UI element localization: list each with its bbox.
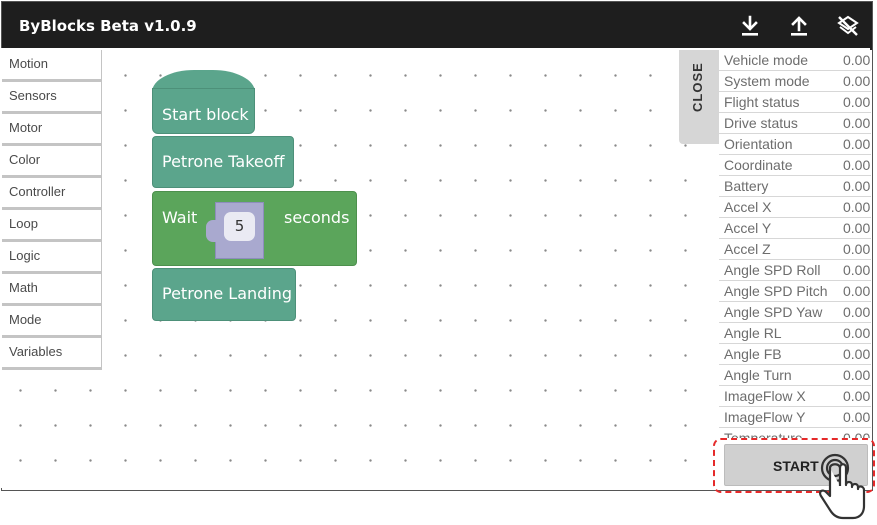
data-row: Orientation 0.00 [719,134,871,155]
sidebar-item-color[interactable]: Color [2,146,102,178]
data-row: Accel X 0.00 [719,197,871,218]
title-bar: ByBlocks Beta v1.0.9 [2,2,872,50]
data-row: Battery 0.00 [719,176,871,197]
landing-block-label: Petrone Landing [162,284,293,303]
app-title: ByBlocks Beta v1.0.9 [19,17,197,35]
sidebar-item-motor[interactable]: Motor [2,114,102,146]
data-row: Drive status 0.00 [719,113,871,134]
close-label: CLOSE [690,62,705,112]
sidebar-item-mode[interactable]: Mode [2,306,102,338]
sidebar-item-sensors[interactable]: Sensors [2,82,102,114]
sidebar-item-loop[interactable]: Loop [2,210,102,242]
sidebar-item-motion[interactable]: Motion [2,50,102,82]
start-block-label: Start block [162,105,249,124]
data-row: Flight status 0.00 [719,92,871,113]
data-row: Angle FB 0.00 [719,344,871,365]
data-row: Angle SPD Pitch 0.00 [719,281,871,302]
data-row: Vehicle mode 0.00 [719,50,871,71]
sidebar-item-math[interactable]: Math [2,274,102,306]
tap-hand-icon [818,453,866,520]
data-row: Angle SPD Roll 0.00 [719,260,871,281]
data-row: ImageFlow Y 0.00 [719,407,871,428]
data-row: ImageFlow X 0.00 [719,386,871,407]
petrone-landing-block[interactable]: Petrone Landing [152,268,296,321]
data-row: System mode 0.00 [719,71,871,92]
wait-number-input[interactable]: 5 [224,212,255,241]
panel-close-tab[interactable]: CLOSE [679,50,719,144]
wait-number-slot[interactable]: 5 [206,202,264,259]
takeoff-block-label: Petrone Takeoff [162,152,285,171]
sensor-data-panel: Vehicle mode 0.00 System mode 0.00 Flight … [719,50,871,440]
wait-block-label: Wait [162,208,198,227]
petrone-takeoff-block[interactable]: Petrone Takeoff [152,136,294,188]
data-row: Angle RL 0.00 [719,323,871,344]
wait-unit-label: seconds [284,208,350,227]
data-row: Accel Z 0.00 [719,239,871,260]
sidebar-item-controller[interactable]: Controller [2,178,102,210]
download-icon[interactable] [738,14,762,38]
upload-icon[interactable] [787,14,811,38]
sidebar-item-logic[interactable]: Logic [2,242,102,274]
wait-block[interactable]: Wait 5 seconds [152,191,357,266]
start-block[interactable]: Start block [152,88,255,134]
data-row: Accel Y 0.00 [719,218,871,239]
clear-blocks-icon[interactable] [836,14,860,38]
category-sidebar: Motion Sensors Motor Color Controller Lo… [2,50,102,370]
data-row: Angle SPD Yaw 0.00 [719,302,871,323]
sidebar-item-variables[interactable]: Variables [2,338,102,370]
data-row: Coordinate 0.00 [719,155,871,176]
data-row: Angle Turn 0.00 [719,365,871,386]
